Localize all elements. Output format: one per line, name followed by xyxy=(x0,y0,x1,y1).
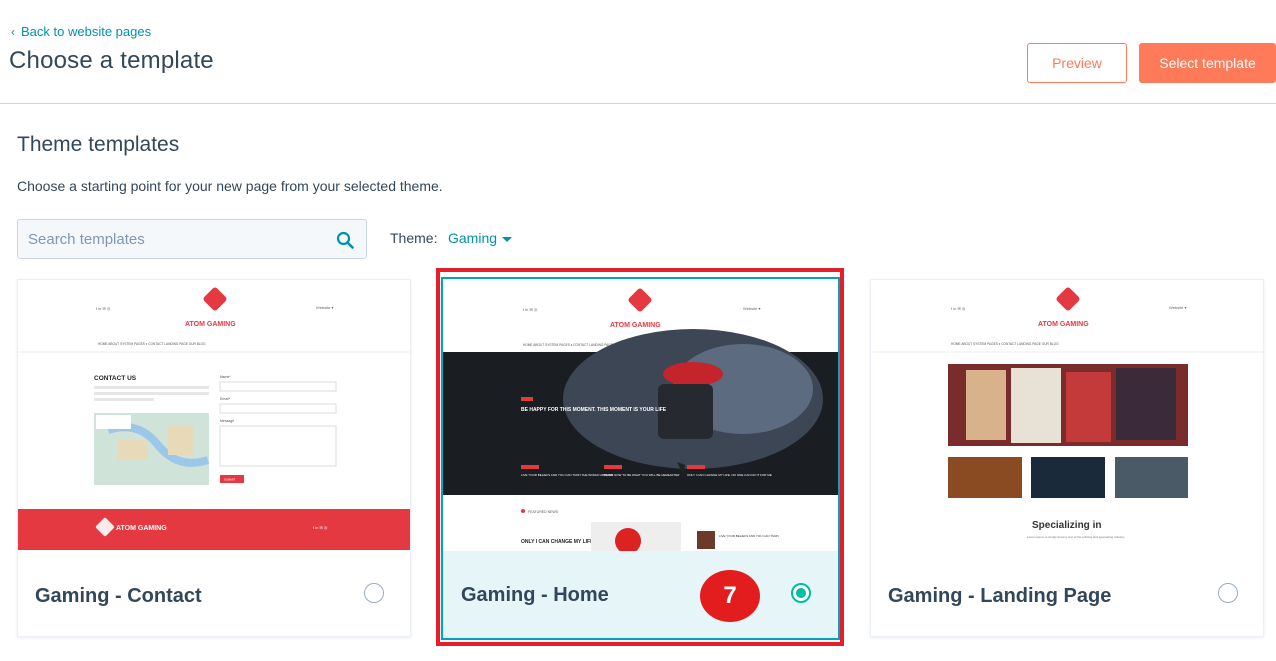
template-card-gaming-landing-page[interactable]: f in ✉ ◎ Website ▾ ATOM GAMING HOME ABOU… xyxy=(870,279,1264,637)
template-preview: f in ✉ ◎ Website ▾ ATOM GAMING HOME ABOU… xyxy=(18,280,410,550)
template-radio[interactable] xyxy=(364,583,384,603)
svg-text:Website ▾: Website ▾ xyxy=(1169,305,1187,310)
theme-label: Theme: xyxy=(390,230,438,246)
svg-text:f in ✉ ◎: f in ✉ ◎ xyxy=(523,307,538,312)
preview-post-1: LIVE YOUR BELIEFS AND YOU CAN TURN THE W… xyxy=(521,473,614,477)
preview-footer-brand: ATOM GAMING xyxy=(116,525,167,532)
page-title: Choose a template xyxy=(9,47,214,74)
template-name: Gaming - Home xyxy=(461,584,609,606)
preview-button[interactable]: Preview xyxy=(1027,43,1127,83)
preview-heading: CONTACT US xyxy=(94,375,137,382)
preview-nav: HOME ABOUT SYSTEM PAGES ▾ CONTACT LANDIN… xyxy=(951,342,1059,346)
contact-preview-image: f in ✉ ◎ Website ▾ ATOM GAMING HOME ABOU… xyxy=(18,287,410,550)
search-icon[interactable] xyxy=(336,231,354,249)
svg-text:f in ✉ ◎: f in ✉ ◎ xyxy=(96,306,111,311)
back-to-website-pages-link[interactable]: ‹ Back to website pages xyxy=(11,24,151,39)
preview-featured: FEATURED NEWS xyxy=(528,510,559,514)
preview-hero-title: BE HAPPY FOR THIS MOMENT. THIS MOMENT IS… xyxy=(521,407,667,413)
preview-subtext: Lorem ipsum is simply dummy text of the … xyxy=(1027,535,1125,539)
template-preview: f in ✉ ◎ Website ▾ ATOM GAMING HOME ABOU… xyxy=(443,279,838,551)
svg-text:f in ✉ ◎: f in ✉ ◎ xyxy=(313,525,328,530)
template-name: Gaming - Contact xyxy=(35,585,202,607)
template-card-gaming-home[interactable]: f in ✉ ◎ Website ▾ ATOM GAMING HOME ABOU… xyxy=(441,277,840,640)
home-preview-image: f in ✉ ◎ Website ▾ ATOM GAMING HOME ABOU… xyxy=(443,288,838,551)
preview-brand: ATOM GAMING xyxy=(1038,321,1089,328)
chevron-left-icon: ‹ xyxy=(11,24,15,39)
select-template-button[interactable]: Select template xyxy=(1139,43,1276,83)
theme-value: Gaming xyxy=(448,230,498,246)
preview-field-message: Message xyxy=(220,419,234,423)
template-preview: f in ✉ ◎ Website ▾ ATOM GAMING HOME ABOU… xyxy=(871,280,1263,550)
preview-field-name: Name* xyxy=(220,375,231,379)
template-card-gaming-contact[interactable]: f in ✉ ◎ Website ▾ ATOM GAMING HOME ABOU… xyxy=(17,279,411,637)
template-radio[interactable] xyxy=(1218,583,1238,603)
section-description: Choose a starting point for your new pag… xyxy=(17,178,443,194)
preview-nav: HOME ABOUT SYSTEM PAGES ▾ CONTACT LANDIN… xyxy=(98,342,206,346)
template-radio-selected[interactable] xyxy=(791,583,811,603)
preview-post-3: ONLY I CAN CHANGE MY LIFE. NO ONE CAN DO… xyxy=(687,473,772,477)
preview-post-2: BEGIN NOW TO BE WHAT YOU WILL BE HEREAFT… xyxy=(604,473,680,477)
page-header: ‹ Back to website pages Choose a templat… xyxy=(0,0,1276,104)
theme-dropdown[interactable]: Gaming xyxy=(448,230,513,246)
svg-text:f in ✉ ◎: f in ✉ ◎ xyxy=(951,306,966,311)
preview-heading: Specializing in xyxy=(1032,520,1101,531)
search-input[interactable] xyxy=(18,220,366,258)
preview-brand: ATOM GAMING xyxy=(610,322,661,329)
svg-text:Website ▾: Website ▾ xyxy=(316,305,334,310)
preview-submit: SUBMIT xyxy=(224,478,236,482)
preview-brand: ATOM GAMING xyxy=(185,321,236,328)
search-templates-field xyxy=(17,219,367,259)
landing-preview-image: f in ✉ ◎ Website ▾ ATOM GAMING HOME ABOU… xyxy=(871,287,1263,539)
step-number-badge: 7 xyxy=(700,570,760,622)
svg-text:Website ▾: Website ▾ xyxy=(743,306,761,311)
back-link-label: Back to website pages xyxy=(21,24,152,39)
section-title: Theme templates xyxy=(17,133,180,156)
template-name: Gaming - Landing Page xyxy=(888,585,1112,607)
preview-side-post: LIVE YOUR BELIEFS AND YOU CAN TURN xyxy=(719,534,779,538)
caret-down-icon xyxy=(502,236,513,242)
preview-field-email: Email* xyxy=(220,397,231,401)
